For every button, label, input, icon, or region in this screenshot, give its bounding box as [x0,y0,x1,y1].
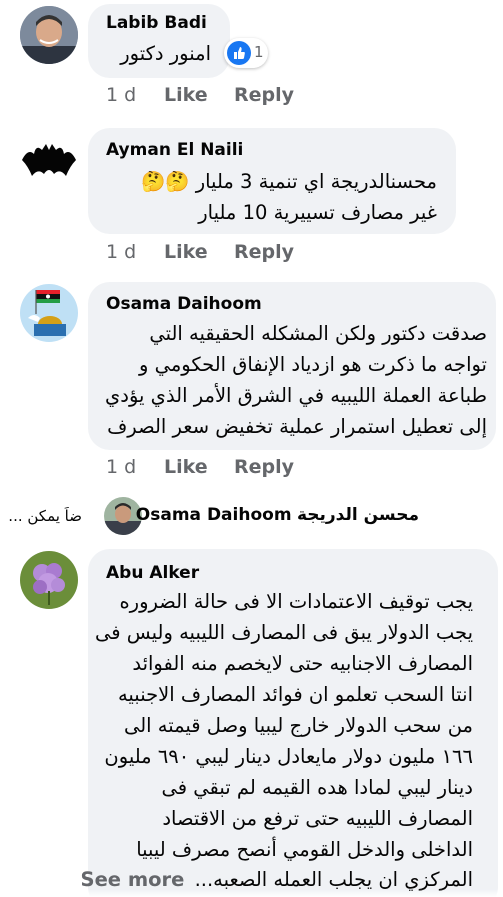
comment-text-line: دينار ليبي لمادا هده القيمه لم تبقي فى [161,776,473,799]
comment-actions: 1 d Like Reply [106,456,406,480]
reply-snippet: ضاً يمكن ... [8,507,82,525]
comment-text-line: يجب الدولار يبق فى المصارف الليبيه وليس … [95,621,473,644]
like-button[interactable]: Like [164,84,208,106]
see-more-link[interactable]: See more [81,868,185,891]
comment-text-line: غير مصارف تسييرية 10 مليار [198,201,437,224]
comment-time[interactable]: 1 d [106,84,136,106]
reply-name: Osama Daihoom [135,505,292,525]
reply-button[interactable]: Reply [234,84,294,106]
comment-time[interactable]: 1 d [106,241,136,263]
avatar[interactable] [20,130,78,188]
comment-actions: 1 d Like Reply [106,84,406,108]
comment-text-line: انتا السحب تعلمو ان فوائد المصارف الاجنب… [117,683,473,706]
comment-text-line: ١٦٦ مليون دولار مايعادل دينار ليبي ٦٩٠ م… [104,745,473,768]
reaction-badge[interactable]: 1 [224,38,268,68]
comment-text-line: إلى تعطيل استمرار عملية تخفيض سعر الصرف [107,415,487,438]
like-reaction-icon [227,41,251,65]
comment-author[interactable]: Osama Daihoom [106,294,262,314]
like-button[interactable]: Like [164,241,208,263]
like-button[interactable]: Like [164,456,208,478]
comment-author[interactable]: Labib Badi [106,13,207,33]
comment-text-line: المصارف الاجنابيه حتى لايخصم منه الفوائد [132,652,473,675]
reply-button[interactable]: Reply [234,241,294,263]
comment-author[interactable]: Abu Alker [106,563,199,583]
reply-button[interactable]: Reply [234,456,294,478]
avatar[interactable] [20,284,78,342]
comment-text: امنور دكتور [120,42,211,65]
comment-text-line: المصارف الليبيه حتى ترفع من الاقتصاد [162,807,473,830]
reaction-count: 1 [254,43,264,61]
comment-text-line: يجب توقيف الاعتمادات الا فى حالة الضروره [119,590,473,613]
comment-text-line: طباعة العملة الليبيه في الشرق الأمر الذي… [105,384,487,407]
comment-text-line: صدقت دكتور ولكن المشكله الحقيقيه التي [149,322,487,345]
reply-mention: محسن الدريجة [296,505,419,525]
comment-actions: 1 d Like Reply [106,241,406,265]
reply-preview-text: محسن الدريجة Osama Daihoom [136,505,419,525]
comment-author[interactable]: Ayman El Naili [106,140,243,160]
avatar[interactable] [20,6,78,64]
reply-preview[interactable]: محسن الدريجة Osama Daihoom ضاً يمكن ... [0,494,503,538]
comment-time[interactable]: 1 d [106,456,136,478]
comment-text-line: من سحب الدولار خارج ليبيا وصل قيمته الى [123,714,473,737]
bottom-fade [0,889,503,897]
avatar[interactable] [20,551,78,609]
comment-text-line: تواجه ما ذكرت هو ازدياد الإنفاق الحكومي … [138,353,487,376]
comment-text-line: محسنالدريجة اي تنمية 3 مليار 🤔🤔 [140,170,437,193]
comment-text-line: الداخلى والدخل القومي أنصح مصرف ليبيا [136,838,473,861]
comment-text-last: المركزي ان يجلب العمله الصعبه... [194,868,473,891]
